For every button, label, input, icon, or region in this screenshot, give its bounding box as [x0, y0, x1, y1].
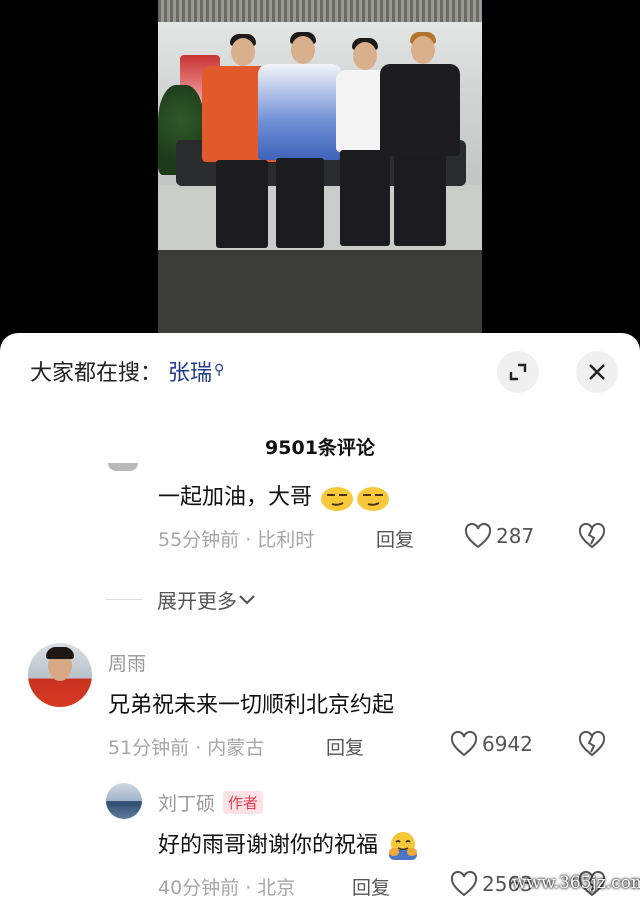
hug-emoji-icon [389, 832, 418, 860]
comment-location: 内蒙古 [207, 737, 265, 759]
heart-icon [464, 523, 492, 549]
comment-meta: 51分钟前 · 内蒙古 [108, 733, 264, 760]
comment-count: 9501条评论 [265, 437, 375, 459]
comment-text: 一起加油，大哥 [158, 479, 391, 513]
comment-meta: 55分钟前 · 比利时 [158, 525, 314, 552]
heart-icon [450, 871, 478, 897]
reply-button[interactable]: 回复 [326, 733, 364, 760]
expand-button[interactable] [497, 351, 539, 393]
comment-meta: 40分钟前 · 北京 [158, 873, 295, 898]
avatar[interactable] [108, 463, 138, 471]
avatar[interactable] [28, 643, 92, 707]
expand-icon [509, 363, 527, 381]
like-button[interactable]: 287 [464, 523, 534, 549]
meta-separator: · [245, 529, 252, 551]
comment-location: 比利时 [257, 529, 315, 551]
watermark: www.365jz.com [512, 873, 640, 893]
hot-search-term[interactable]: 张瑞 [168, 361, 212, 386]
meta-separator: · [245, 877, 252, 898]
comment-time: 55分钟前 [158, 529, 240, 551]
like-count: 287 [496, 524, 535, 548]
like-button[interactable]: 6942 [450, 731, 533, 757]
reply-button[interactable]: 回复 [376, 525, 414, 552]
broken-heart-icon[interactable] [578, 731, 606, 757]
photo-bottom-shade [158, 250, 482, 340]
comment-time: 51分钟前 [108, 737, 190, 759]
close-icon [589, 364, 605, 380]
comment-location: 北京 [257, 877, 296, 898]
author-badge: 作者 [223, 791, 264, 814]
meta-separator: · [195, 737, 202, 759]
commenter-name[interactable]: 周雨 [108, 649, 146, 676]
post-photo[interactable] [158, 0, 482, 340]
hot-search-bar[interactable]: 大家都在搜： 张瑞 ⚲ [30, 355, 224, 387]
heart-icon [450, 731, 478, 757]
photo-ceiling [158, 0, 482, 22]
hot-search-label: 大家都在搜： [30, 361, 163, 386]
search-icon: ⚲ [214, 362, 225, 378]
comment-sheet: 大家都在搜： 张瑞 ⚲ 9501条评论 一起加油，大哥 55分钟前 · 比利时 回复 2… [0, 333, 640, 898]
reply-button[interactable]: 回复 [352, 873, 390, 898]
comment-time: 40分钟前 [158, 877, 240, 898]
commenter-name[interactable]: 刘丁硕 作者 [158, 789, 264, 816]
avatar[interactable] [106, 783, 142, 819]
smug-emoji-icon [321, 487, 354, 511]
comment-text: 好的雨哥谢谢你的祝福 [158, 827, 421, 862]
smug-emoji-icon [357, 487, 390, 511]
chevron-down-icon [239, 594, 255, 605]
broken-heart-icon[interactable] [578, 523, 606, 549]
close-button[interactable] [576, 351, 618, 393]
like-count: 6942 [482, 732, 533, 756]
divider [105, 599, 143, 600]
comment-text: 兄弟祝未来一切顺利北京约起 [108, 693, 395, 718]
expand-more-replies[interactable]: 展开更多 [105, 585, 257, 614]
expand-more-label: 展开更多 [157, 589, 237, 613]
